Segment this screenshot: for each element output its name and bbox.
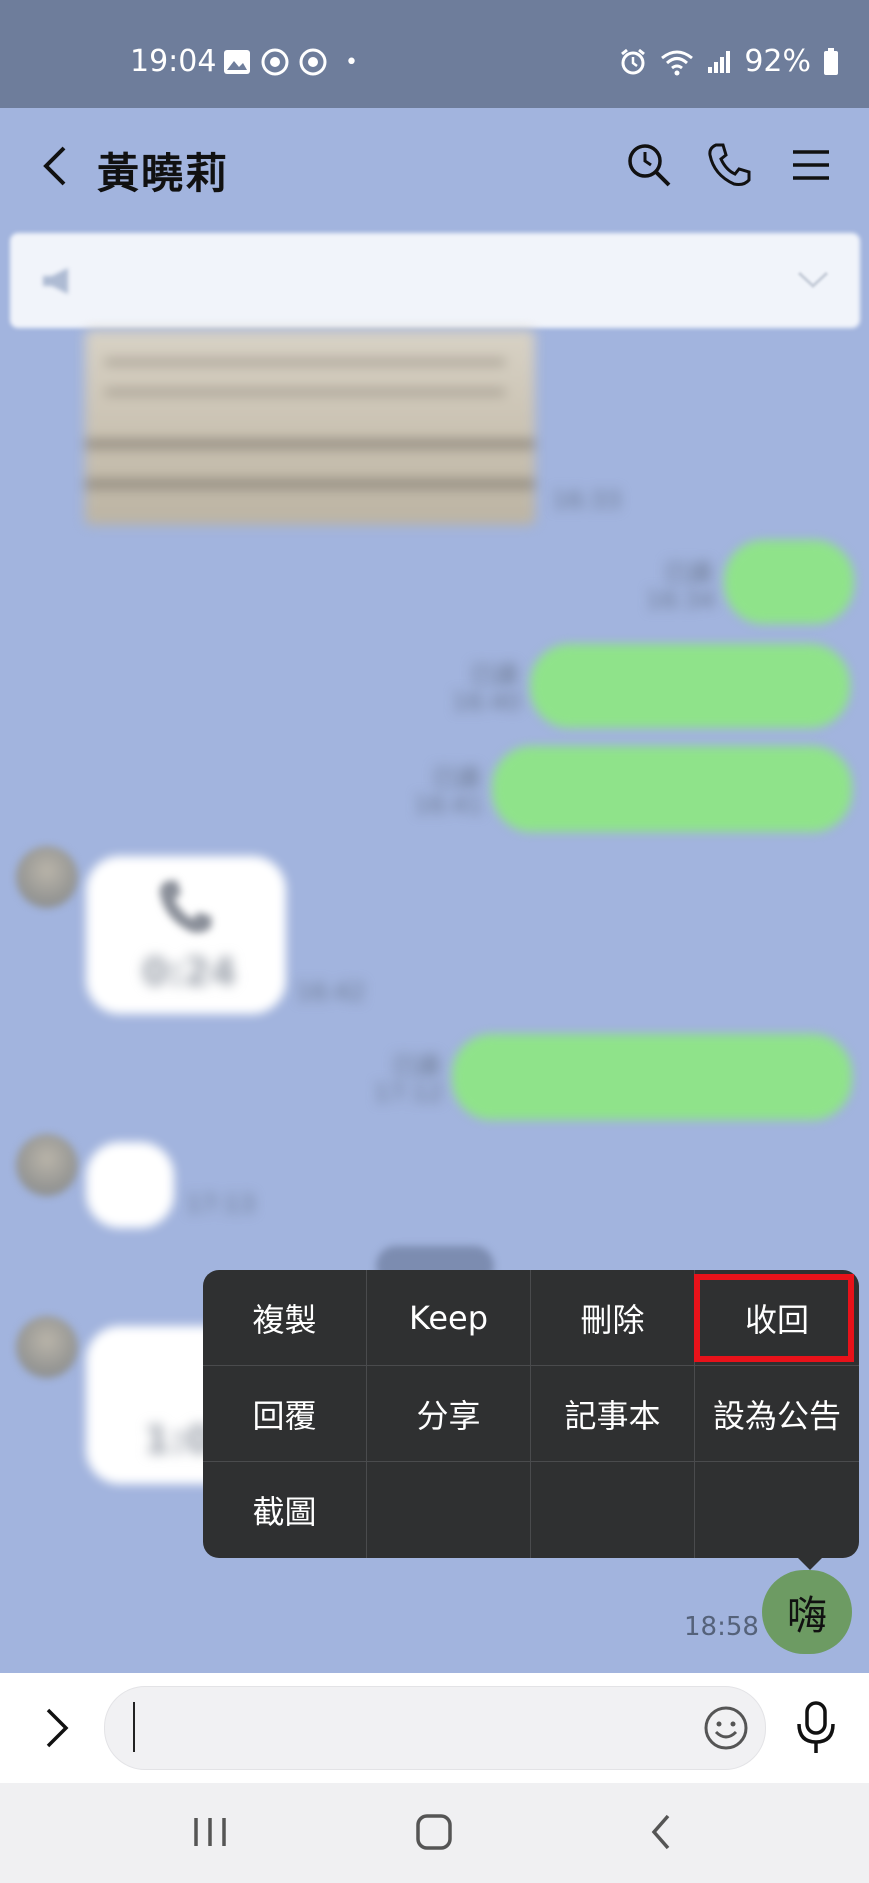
selected-message-bubble[interactable]: 嗨 bbox=[762, 1570, 852, 1654]
avatar[interactable] bbox=[16, 846, 78, 908]
message-time: 16:41 bbox=[414, 791, 484, 819]
emoji-icon[interactable] bbox=[702, 1704, 750, 1752]
message-time: 16:34 bbox=[646, 586, 716, 614]
photo-message[interactable] bbox=[85, 330, 535, 525]
avatar[interactable] bbox=[16, 1134, 78, 1196]
wifi-icon bbox=[661, 50, 694, 75]
message-time: 17:13 bbox=[186, 1190, 256, 1218]
phone-icon bbox=[159, 880, 212, 933]
more-notifications-dot: • bbox=[345, 49, 358, 75]
search-icon[interactable] bbox=[624, 140, 674, 190]
message-time: 16:42 bbox=[296, 978, 366, 1006]
menu-reply[interactable]: 回覆 bbox=[203, 1366, 367, 1462]
gallery-icon bbox=[224, 50, 250, 74]
battery-icon bbox=[824, 47, 838, 75]
battery-percent: 92% bbox=[744, 44, 811, 79]
menu-share[interactable]: 分享 bbox=[367, 1366, 531, 1462]
recent-apps-icon[interactable] bbox=[190, 1814, 230, 1850]
status-system-icons: 92% bbox=[618, 44, 839, 79]
message-time: 17:12 bbox=[374, 1079, 444, 1107]
menu-empty-cell bbox=[531, 1462, 695, 1558]
selected-message-time: 18:58 bbox=[684, 1612, 759, 1642]
menu-copy[interactable]: 複製 bbox=[203, 1270, 367, 1366]
text-caret bbox=[133, 1702, 135, 1752]
outgoing-message-bubble[interactable] bbox=[492, 746, 852, 832]
message-time: 16:33 bbox=[552, 486, 622, 514]
menu-empty-cell bbox=[695, 1462, 859, 1558]
home-icon[interactable] bbox=[414, 1812, 454, 1852]
read-receipt: 已讀 bbox=[470, 661, 518, 689]
outgoing-message-bubble[interactable] bbox=[530, 644, 850, 728]
menu-icon[interactable] bbox=[786, 140, 836, 190]
menu-pointer bbox=[796, 1556, 824, 1570]
call-duration: 0:24 bbox=[142, 950, 237, 994]
chevron-down-icon[interactable] bbox=[796, 270, 830, 290]
chrome-icon bbox=[299, 48, 327, 76]
back-arrow-icon[interactable] bbox=[36, 144, 76, 188]
megaphone-icon bbox=[43, 268, 68, 294]
signal-icon bbox=[708, 50, 731, 73]
incoming-message-bubble[interactable] bbox=[86, 1142, 174, 1228]
menu-empty-cell bbox=[367, 1462, 531, 1558]
outgoing-message-bubble[interactable] bbox=[452, 1034, 852, 1120]
menu-set-announcement[interactable]: 設為公告 bbox=[695, 1366, 859, 1462]
microphone-icon[interactable] bbox=[792, 1700, 840, 1756]
status-time: 19:04 bbox=[130, 44, 217, 79]
read-receipt: 已讀 bbox=[392, 1052, 440, 1080]
chrome-icon bbox=[261, 48, 289, 76]
message-time: 16:40 bbox=[452, 688, 522, 716]
status-notification-icons: • bbox=[223, 48, 358, 76]
announcement-bar[interactable] bbox=[10, 233, 860, 328]
avatar[interactable] bbox=[16, 1316, 78, 1378]
menu-note[interactable]: 記事本 bbox=[531, 1366, 695, 1462]
back-nav-icon[interactable] bbox=[646, 1812, 676, 1852]
phone-call-icon[interactable] bbox=[704, 140, 754, 190]
status-bar: 19:04 • 92% bbox=[0, 0, 869, 108]
read-receipt: 已讀 bbox=[432, 764, 480, 792]
expand-chevron-icon[interactable] bbox=[42, 1706, 72, 1750]
menu-delete[interactable]: 刪除 bbox=[531, 1270, 695, 1366]
menu-screenshot[interactable]: 截圖 bbox=[203, 1462, 367, 1558]
message-input[interactable] bbox=[104, 1686, 766, 1770]
menu-keep[interactable]: Keep bbox=[367, 1270, 531, 1366]
alarm-icon bbox=[621, 48, 646, 74]
unsend-highlight-box bbox=[694, 1274, 854, 1362]
read-receipt: 已讀 bbox=[664, 559, 712, 587]
chat-title: 黃曉莉 bbox=[97, 149, 230, 198]
outgoing-message-bubble[interactable] bbox=[724, 540, 854, 624]
